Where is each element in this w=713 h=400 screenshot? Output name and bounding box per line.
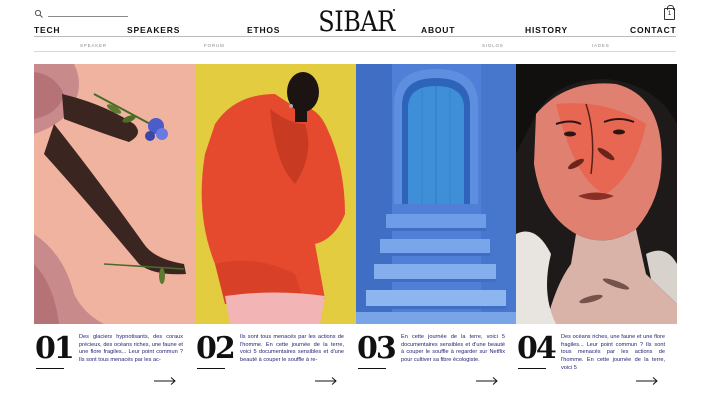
logo[interactable]: SIBAR	[0, 6, 713, 38]
nav-item-tech[interactable]: TECH	[34, 25, 60, 35]
model-red-jacket-image	[195, 64, 356, 324]
arrow-right-icon[interactable]	[154, 377, 176, 385]
number-underline	[358, 368, 386, 369]
number-underline	[518, 368, 546, 369]
number-underline	[36, 368, 64, 369]
article-card-3[interactable]: 03 En cette journée de la terre, voici 5…	[356, 324, 517, 390]
cart-count: 1	[667, 11, 672, 17]
article-card-4[interactable]: 04 Des océans riches, une faune et une f…	[516, 324, 677, 390]
nav-divider	[34, 36, 676, 37]
arrow-right-icon[interactable]	[315, 377, 337, 385]
panel-image-3[interactable]	[356, 64, 517, 324]
subnav-divider	[34, 51, 676, 52]
arrow-right-icon[interactable]	[476, 377, 498, 385]
arrow-right-icon[interactable]	[636, 377, 658, 385]
subnav-item-siglos[interactable]: SIGLOS	[482, 43, 504, 48]
article-excerpt: Ils sont tous menacés par les actions de…	[240, 334, 344, 364]
article-excerpt: Des glaciers hypnotisants, des coraux pr…	[79, 334, 183, 364]
nav-item-ethos[interactable]: ETHOS	[247, 25, 280, 35]
hand-with-flowers-image	[34, 64, 195, 324]
article-card-2[interactable]: 02 Ils sont tous menacés par les actions…	[195, 324, 356, 390]
article-card-1[interactable]: 01 Des glaciers hypnotisants, des coraux…	[34, 324, 195, 390]
article-number: 01	[35, 331, 75, 366]
number-underline	[197, 368, 225, 369]
face-red-shadow-image	[516, 64, 677, 324]
nav-item-history[interactable]: HISTORY	[525, 25, 568, 35]
shopping-bag-icon[interactable]: 1	[664, 5, 675, 20]
blue-door-stairs-image	[356, 64, 517, 324]
nav-item-contact[interactable]: CONTACT	[630, 25, 677, 35]
panel-image-1[interactable]	[34, 64, 195, 324]
article-excerpt: Des océans riches, une faune et une flor…	[561, 334, 665, 371]
nav-item-speakers[interactable]: SPEAKERS	[127, 25, 180, 35]
article-number: 03	[357, 331, 397, 366]
subnav-item-iades[interactable]: IADES	[592, 43, 610, 48]
nav-item-about[interactable]: ABOUT	[421, 25, 455, 35]
subnav-item-speaker[interactable]: SPEAKER	[80, 43, 107, 48]
article-number: 04	[517, 331, 557, 366]
panel-image-4[interactable]	[516, 64, 677, 324]
logo-dot	[393, 9, 395, 11]
panel-image-2[interactable]	[195, 64, 356, 324]
article-excerpt: En cette journée de la terre, voici 5 do…	[401, 334, 505, 364]
article-number: 02	[196, 331, 236, 366]
subnav-item-forum[interactable]: FORUM	[204, 43, 225, 48]
